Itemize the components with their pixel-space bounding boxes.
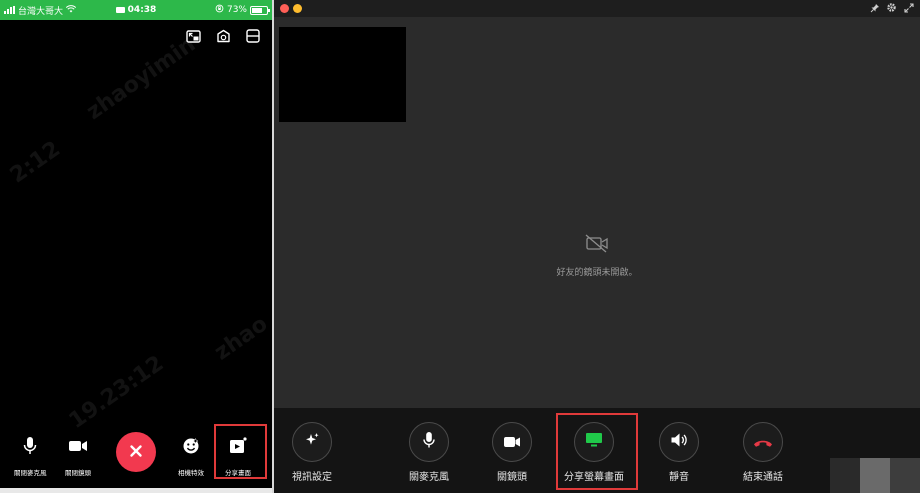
face-effects-icon: [179, 434, 203, 458]
desktop-call-window: 好友的鏡頭未開啟。 視訊設定 關麥克風 關鏡頭 分享螢幕畫面 靜音 結束通話: [274, 0, 920, 493]
self-video-preview[interactable]: [279, 27, 406, 122]
layout-icon[interactable]: [244, 27, 262, 45]
status-time: 04:38: [127, 5, 157, 15]
camera-off-icon: [584, 233, 610, 257]
speaker-icon: [670, 432, 688, 452]
phone-end-call-button[interactable]: [116, 432, 156, 472]
phone-mic-label: 關閉麥克風: [14, 469, 47, 477]
end-call-label: 結束通話: [743, 472, 783, 483]
close-icon: [129, 443, 143, 462]
phone-camera-label: 關閉鏡頭: [65, 469, 91, 477]
desktop-call-toolbar: 視訊設定 關麥克風 關鏡頭 分享螢幕畫面 靜音 結束通話: [274, 408, 920, 493]
gear-icon[interactable]: [886, 2, 897, 13]
speaker-mute-circle: [659, 422, 699, 462]
pin-icon[interactable]: [869, 2, 880, 13]
window-title-bar: [274, 0, 920, 17]
speaker-mute-button[interactable]: 靜音: [659, 422, 699, 483]
watermark-text: zhao: [210, 311, 272, 366]
watermark-text: zhaoyimin: [82, 31, 201, 126]
window-close-button[interactable]: [280, 4, 289, 13]
window-minimize-button[interactable]: [293, 4, 302, 13]
sparkle-icon: [304, 432, 320, 452]
corner-artifact: [830, 458, 920, 493]
camera-off-indicator: 好友的鏡頭未開啟。: [274, 233, 920, 278]
picture-in-picture-icon[interactable]: [184, 27, 202, 45]
hang-up-phone-icon: [753, 433, 773, 452]
video-settings-circle: [292, 422, 332, 462]
phone-call-screen: 台灣大哥大 04:38 73% zhaoyimin 2:12 zhao 19.2…: [0, 0, 272, 493]
video-call-pill-icon: [115, 7, 125, 13]
expand-icon[interactable]: [903, 2, 914, 13]
camera-off-label: 關鏡頭: [497, 472, 527, 483]
mute-mic-circle: [409, 422, 449, 462]
microphone-icon: [423, 431, 435, 453]
video-settings-label: 視訊設定: [292, 472, 332, 483]
share-highlight-box: [556, 413, 638, 490]
watermark-text: 2:12: [5, 136, 65, 189]
video-settings-button[interactable]: 視訊設定: [292, 422, 332, 483]
phone-share-highlight-box: [214, 424, 267, 479]
phone-effects-button[interactable]: 相機特效: [178, 434, 204, 477]
microphone-icon: [18, 434, 42, 458]
speaker-mute-label: 靜音: [669, 472, 689, 483]
phone-camera-button[interactable]: 關閉鏡頭: [65, 434, 91, 477]
end-call-circle: [743, 422, 783, 462]
video-camera-icon: [66, 434, 90, 458]
battery-icon: [250, 5, 270, 15]
camera-off-circle: [492, 422, 532, 462]
remote-video-area: 好友的鏡頭未開啟。: [274, 17, 920, 408]
status-right: 73%: [215, 0, 270, 20]
phone-bottom-edge: [0, 488, 272, 493]
screenshot-root: 台灣大哥大 04:38 73% zhaoyimin 2:12 zhao 19.2…: [0, 0, 920, 493]
screen-rotation-lock-icon: [215, 4, 224, 16]
phone-top-toolbar: [184, 27, 262, 45]
camera-off-button[interactable]: 關鏡頭: [492, 422, 532, 483]
video-camera-icon: [503, 433, 521, 452]
camera-off-message: 好友的鏡頭未開啟。: [556, 268, 638, 278]
mute-mic-button[interactable]: 關麥克風: [409, 422, 449, 483]
end-call-button[interactable]: 結束通話: [743, 422, 783, 483]
phone-status-bar: 台灣大哥大 04:38 73%: [0, 0, 272, 20]
flip-camera-icon[interactable]: [214, 27, 232, 45]
phone-effects-label: 相機特效: [178, 469, 204, 477]
mute-mic-label: 關麥克風: [409, 472, 449, 483]
phone-mic-button[interactable]: 關閉麥克風: [14, 434, 47, 477]
battery-percent: 73%: [226, 5, 247, 15]
title-bar-tools: [869, 2, 914, 13]
